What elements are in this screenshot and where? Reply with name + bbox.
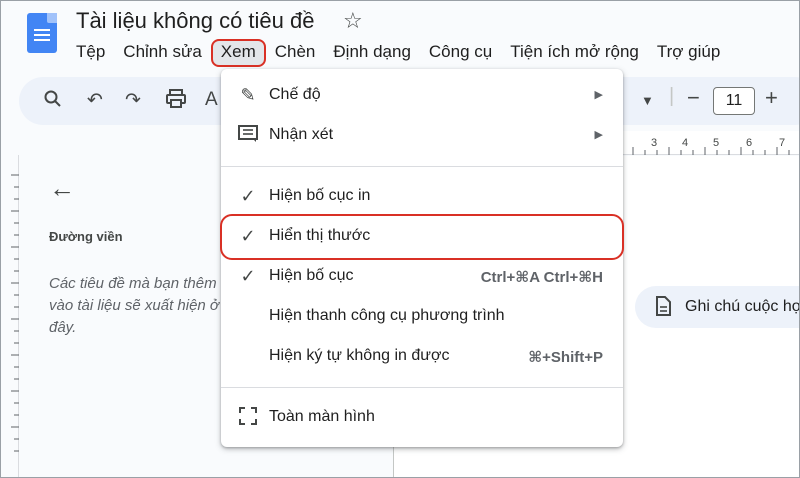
decrease-font-size-button[interactable]: −: [687, 85, 700, 111]
ruler-tick-label: 6: [746, 137, 753, 149]
app-window: Tài liệu không có tiêu đề ☆ Tệp Chỉnh sử…: [0, 0, 800, 478]
menu-extensions[interactable]: Tiện ích mở rộng: [501, 39, 648, 67]
menu-item-comments[interactable]: Nhận xét ▶: [221, 116, 623, 156]
menu-item-label: Nhận xét: [269, 126, 334, 143]
pencil-icon: ✎: [240, 85, 256, 105]
menu-item-print-layout[interactable]: ✓ Hiện bố cục in: [221, 177, 623, 217]
star-icon[interactable]: ☆: [343, 8, 363, 34]
vertical-ruler[interactable]: [1, 155, 19, 477]
increase-font-size-button[interactable]: +: [765, 85, 778, 111]
back-arrow-icon[interactable]: ←: [49, 173, 75, 204]
comment-icon: [237, 125, 259, 148]
toolbar-divider: |: [669, 85, 675, 107]
ruler-tick-label: 7: [779, 137, 786, 149]
menu-item-label: Chế độ: [269, 86, 321, 103]
menu-format[interactable]: Định dạng: [324, 39, 420, 67]
dropdown-caret-icon[interactable]: ▼: [641, 93, 654, 108]
ruler-tick-label: 4: [682, 137, 689, 149]
fullscreen-icon: [237, 407, 259, 430]
document-title[interactable]: Tài liệu không có tiêu đề: [76, 8, 315, 34]
ruler-tick-label: 5: [713, 137, 720, 149]
menu-insert[interactable]: Chèn: [266, 39, 325, 67]
menu-edit[interactable]: Chỉnh sửa: [114, 39, 210, 67]
check-icon: ✓: [240, 266, 256, 286]
menu-item-equation-toolbar[interactable]: Hiện thanh công cụ phương trình: [221, 297, 623, 337]
menu-view[interactable]: Xem: [210, 39, 266, 67]
menu-item-label: Hiện thanh công cụ phương trình: [269, 307, 505, 324]
menu-item-label: Hiện ký tự không in được: [269, 347, 450, 364]
menu-item-nonprinting-chars[interactable]: Hiện ký tự không in được ⌘+Shift+P: [221, 337, 623, 377]
keyboard-shortcut: Ctrl+⌘A Ctrl+⌘H: [480, 269, 603, 286]
redo-icon[interactable]: ↷: [125, 89, 141, 112]
outline-heading: Đường viền: [49, 229, 123, 244]
menu-item-label: Hiện bố cục in: [269, 187, 371, 204]
submenu-arrow-icon: ▶: [594, 89, 603, 101]
spellcheck-icon[interactable]: A: [205, 89, 218, 111]
menu-item-fullscreen[interactable]: Toàn màn hình: [221, 398, 623, 438]
submenu-arrow-icon: ▶: [594, 129, 603, 141]
menu-bar: Tệp Chỉnh sửa Xem Chèn Định dạng Công cụ…: [67, 39, 729, 67]
menu-item-label: Toàn màn hình: [269, 408, 375, 425]
print-icon[interactable]: [165, 89, 187, 115]
menu-tools[interactable]: Công cụ: [420, 39, 501, 67]
font-size-input[interactable]: 11: [713, 87, 755, 115]
menu-divider: [221, 387, 623, 388]
search-icon[interactable]: [43, 89, 63, 115]
check-icon: ✓: [240, 186, 256, 206]
ruler-tick-label: 3: [651, 137, 658, 149]
menu-item-show-layout[interactable]: ✓ Hiện bố cục Ctrl+⌘A Ctrl+⌘H: [221, 257, 623, 297]
undo-icon[interactable]: ↶: [87, 89, 103, 112]
menu-file[interactable]: Tệp: [67, 39, 114, 67]
highlight-annotation: [220, 214, 624, 260]
docs-logo-icon[interactable]: [27, 13, 57, 53]
menu-divider: [221, 166, 623, 167]
menu-help[interactable]: Trợ giúp: [648, 39, 729, 67]
menu-item-mode[interactable]: ✎ Chế độ ▶: [221, 76, 623, 116]
document-icon: [655, 296, 671, 321]
menu-item-label: Hiện bố cục: [269, 267, 354, 284]
outline-hint-text: Các tiêu đề mà bạn thêm vào tài liệu sẽ …: [49, 275, 220, 336]
keyboard-shortcut: ⌘+Shift+P: [528, 349, 603, 366]
